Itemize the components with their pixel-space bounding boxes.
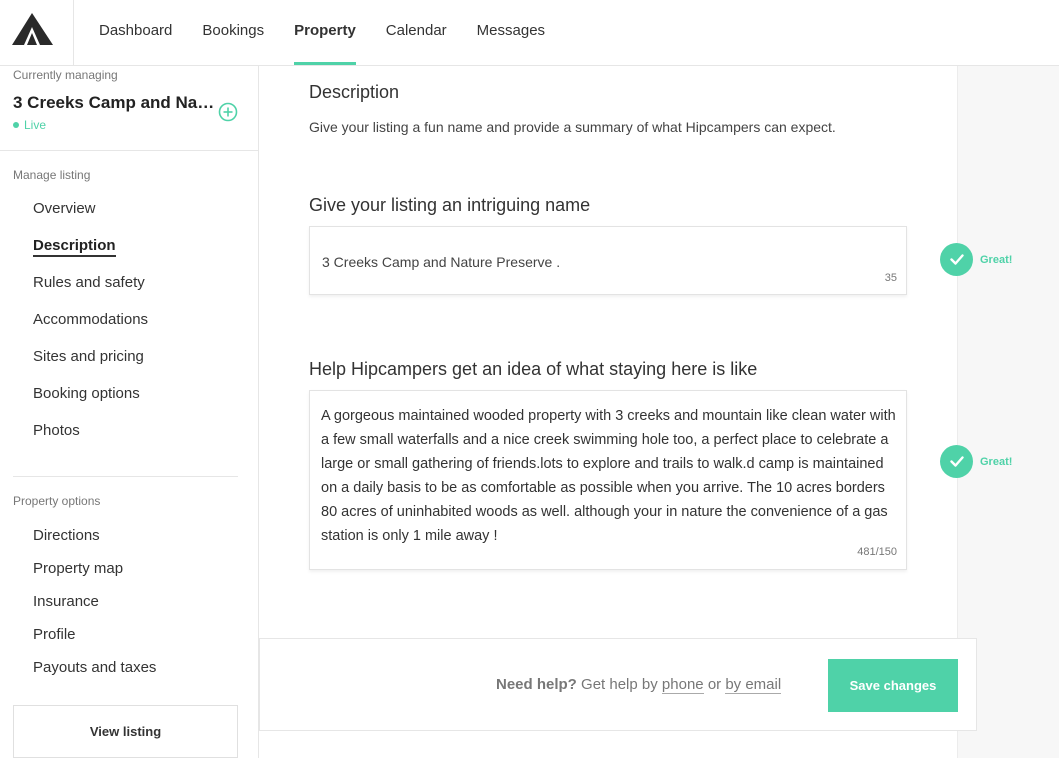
manage-listing-label: Manage listing <box>13 168 91 182</box>
help-email-link[interactable]: by email <box>725 676 782 694</box>
save-changes-button[interactable]: Save changes <box>828 659 958 712</box>
live-dot-icon <box>13 122 19 128</box>
sidebar-divider <box>13 476 238 477</box>
listing-name-input[interactable]: 3 Creeks Camp and Nature Preserve . 35 <box>309 226 907 295</box>
page-subtitle: Give your listing a fun name and provide… <box>309 119 836 135</box>
help-by: by <box>725 676 742 693</box>
help-phone-link[interactable]: phone <box>661 676 704 694</box>
name-field-title: Give your listing an intriguing name <box>309 195 591 215</box>
sidebar-item-accommodations[interactable]: Accommodations <box>33 311 148 328</box>
property-options-label: Property options <box>13 494 101 508</box>
sidebar-item-profile[interactable]: Profile <box>33 626 76 643</box>
currently-managing-label: Currently managing <box>13 68 118 82</box>
need-help-label: Need help? <box>496 676 577 693</box>
top-navigation: Dashboard Bookings Property Calendar Mes… <box>0 0 1059 66</box>
add-property-icon[interactable] <box>218 102 238 122</box>
help-bar: Need help? Get help by phone or by email… <box>259 638 977 731</box>
name-status-text: Great! <box>980 253 1013 266</box>
sidebar-item-sites-and-pricing[interactable]: Sites and pricing <box>33 348 144 365</box>
sidebar-item-photos[interactable]: Photos <box>33 422 80 439</box>
sidebar-item-overview[interactable]: Overview <box>33 200 96 217</box>
sidebar-item-payouts-and-taxes[interactable]: Payouts and taxes <box>33 659 156 676</box>
summary-char-counter: 481/150 <box>857 546 897 558</box>
status-badge: Live <box>13 118 46 132</box>
status-text: Live <box>24 118 47 132</box>
check-icon <box>940 243 973 276</box>
summary-text-value[interactable]: A gorgeous maintained wooded property wi… <box>321 404 896 548</box>
help-or: or <box>707 676 722 693</box>
summary-field-title: Help Hipcampers get an idea of what stay… <box>309 359 758 379</box>
sidebar-item-booking-options[interactable]: Booking options <box>33 385 140 402</box>
check-icon <box>940 445 973 478</box>
logo-container[interactable] <box>0 0 74 65</box>
summary-status-text: Great! <box>980 455 1013 468</box>
page-title: Description <box>309 82 400 102</box>
sidebar-item-insurance[interactable]: Insurance <box>33 593 99 610</box>
nav-messages[interactable]: Messages <box>477 0 545 65</box>
sidebar-item-directions[interactable]: Directions <box>33 527 100 544</box>
property-switcher: Currently managing 3 Creeks Camp and Nat… <box>0 66 258 151</box>
nav-property[interactable]: Property <box>294 0 356 65</box>
nav-bookings[interactable]: Bookings <box>202 0 264 65</box>
sidebar-item-description[interactable]: Description <box>33 237 116 257</box>
nav-dashboard[interactable]: Dashboard <box>99 0 172 65</box>
property-name[interactable]: 3 Creeks Camp and Nature Preserve <box>13 93 218 113</box>
main-nav: Dashboard Bookings Property Calendar Mes… <box>99 0 575 65</box>
view-listing-button[interactable]: View listing <box>13 705 238 758</box>
help-email: email <box>745 676 782 693</box>
listing-name-value[interactable]: 3 Creeks Camp and Nature Preserve . <box>322 254 560 270</box>
summary-textarea[interactable]: A gorgeous maintained wooded property wi… <box>309 390 907 570</box>
nav-calendar[interactable]: Calendar <box>386 0 447 65</box>
name-validation: Great! <box>940 243 1012 276</box>
help-prefix: Get help by <box>581 676 658 693</box>
hipcamp-logo-icon[interactable] <box>12 13 53 45</box>
summary-validation: Great! <box>940 445 1012 478</box>
help-text: Need help? Get help by phone or by email <box>496 676 782 694</box>
sidebar-item-rules-and-safety[interactable]: Rules and safety <box>33 274 145 291</box>
sidebar-item-property-map[interactable]: Property map <box>33 560 123 577</box>
sidebar: Currently managing 3 Creeks Camp and Nat… <box>0 66 259 758</box>
name-char-counter: 35 <box>884 272 897 284</box>
